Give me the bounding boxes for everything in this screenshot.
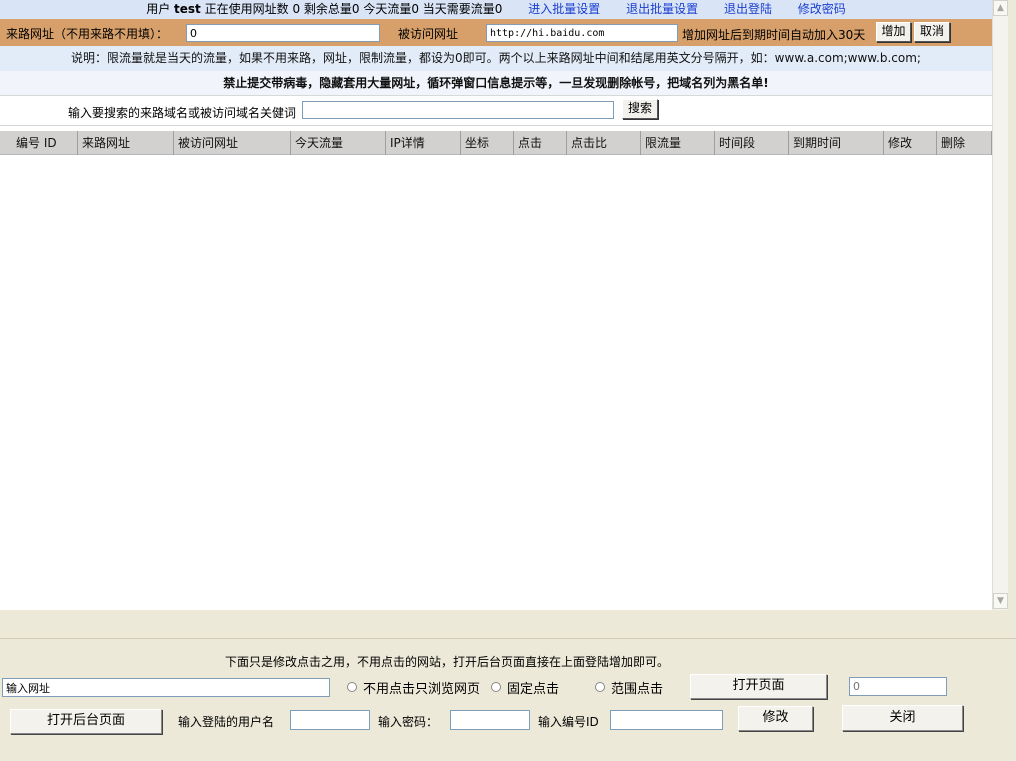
cancel-button[interactable]: 取消 xyxy=(914,22,950,42)
window-edge xyxy=(1008,0,1016,610)
target-url-input[interactable] xyxy=(486,24,678,42)
col-coordinates: 坐标 xyxy=(461,131,514,155)
url-input[interactable] xyxy=(2,678,330,697)
main-frame: 用户 test 正在使用网址数 0 剩余总量0 今天流量0 当天需要流量0 进入… xyxy=(0,0,992,610)
enter-batch-settings-link[interactable]: 进入批量设置 xyxy=(528,2,600,16)
logout-link[interactable]: 退出登陆 xyxy=(724,2,772,16)
col-id: 编号 ID xyxy=(0,131,78,155)
change-password-link[interactable]: 修改密码 xyxy=(798,2,846,16)
col-delete: 删除 xyxy=(937,131,992,155)
radio-browse-only[interactable] xyxy=(347,682,357,692)
usage-status: 正在使用网址数 0 剩余总量0 今天流量0 当天需要流量0 xyxy=(204,2,503,16)
col-ip-details: IP详情 xyxy=(386,131,461,155)
exit-batch-settings-link[interactable]: 退出批量设置 xyxy=(626,2,698,16)
col-target-url: 被访问网址 xyxy=(174,131,291,155)
radio-range-click[interactable] xyxy=(595,682,605,692)
divider xyxy=(0,638,1016,639)
col-expiry-time: 到期时间 xyxy=(789,131,884,155)
col-referrer: 来路网址 xyxy=(78,131,174,155)
col-traffic-limit: 限流量 xyxy=(641,131,715,155)
close-button[interactable]: 关闭 xyxy=(842,705,963,731)
search-bar: 输入要搜索的来路域名或被访问域名关健词 搜索 xyxy=(0,95,992,126)
id-label: 输入编号ID xyxy=(538,715,599,729)
add-button[interactable]: 增加 xyxy=(876,22,911,42)
search-label: 输入要搜索的来路域名或被访问域名关健词 xyxy=(68,106,297,120)
vertical-scrollbar[interactable]: ▲ ▼ xyxy=(992,0,1009,610)
description-notice: 说明：限流量就是当天的流量，如果不用来路，网址，限制流量，都设为0即可。两个以上… xyxy=(0,46,992,71)
expiry-note: 增加网址后到期时间自动加入30天 xyxy=(682,28,866,42)
login-username-input[interactable] xyxy=(290,710,370,730)
radio-fixed-click-label: 固定点击 xyxy=(507,682,560,697)
col-click-ratio: 点击比 xyxy=(567,131,641,155)
open-page-button[interactable]: 打开页面 xyxy=(690,674,827,699)
modify-button[interactable]: 修改 xyxy=(738,706,813,731)
click-settings-panel: 下面只是修改点击之用，不用点击的网站，打开后台页面直接在上面登陆增加即可。 不用… xyxy=(0,610,1016,761)
number-input[interactable] xyxy=(849,677,947,696)
bottom-instruction: 下面只是修改点击之用，不用点击的网站，打开后台页面直接在上面登陆增加即可。 xyxy=(225,655,670,669)
id-input[interactable] xyxy=(610,710,723,730)
open-admin-page-button[interactable]: 打开后台页面 xyxy=(10,709,162,734)
warning-notice: 禁止提交带病毒，隐藏套用大量网址，循环弹窗口信息提示等，一旦发现删除帐号，把域名… xyxy=(0,71,992,95)
scroll-up-icon[interactable]: ▲ xyxy=(993,0,1008,16)
radio-range-click-label: 范围点击 xyxy=(611,682,664,697)
top-status-bar: 用户 test 正在使用网址数 0 剩余总量0 今天流量0 当天需要流量0 进入… xyxy=(0,0,992,19)
search-button[interactable]: 搜索 xyxy=(622,99,658,119)
referrer-label: 来路网址（不用来路不用填）： xyxy=(6,27,169,41)
target-url-label: 被访问网址 xyxy=(398,27,459,41)
radio-browse-only-label: 不用点击只浏览网页 xyxy=(363,682,481,697)
scroll-down-icon[interactable]: ▼ xyxy=(993,593,1008,609)
search-input[interactable] xyxy=(302,101,614,119)
col-time-period: 时间段 xyxy=(715,131,789,155)
add-url-form: 来路网址（不用来路不用填）： 被访问网址 增加网址后到期时间自动加入30天 增加… xyxy=(0,19,992,46)
user-prefix: 用户 xyxy=(146,2,171,16)
table-header: 编号 ID 来路网址 被访问网址 今天流量 IP详情 坐标 点击 点击比 限流量… xyxy=(0,131,992,155)
username: test xyxy=(174,2,201,16)
col-clicks: 点击 xyxy=(514,131,567,155)
username-label: 输入登陆的用户名 xyxy=(178,715,275,729)
password-label: 输入密码： xyxy=(378,715,439,729)
col-edit: 修改 xyxy=(884,131,937,155)
radio-fixed-click[interactable] xyxy=(491,682,501,692)
password-input[interactable] xyxy=(450,710,530,730)
referrer-input[interactable] xyxy=(186,24,380,42)
col-today-traffic: 今天流量 xyxy=(291,131,386,155)
